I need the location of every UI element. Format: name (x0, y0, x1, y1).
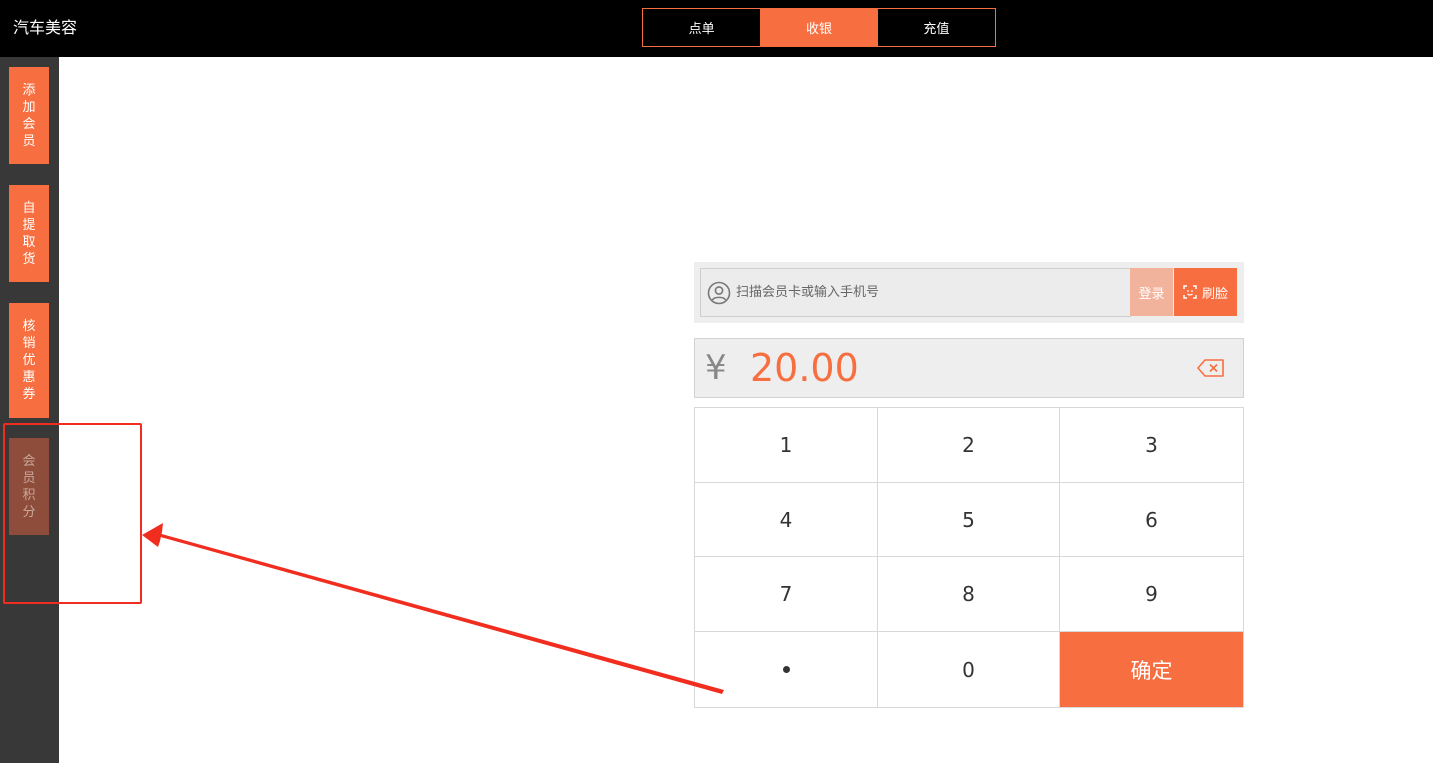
redeem-coupon-button[interactable]: 核 销 优 惠 券 (9, 303, 49, 418)
label-char: 核 (22, 319, 36, 334)
member-login-bar: 登录 刷脸 (694, 262, 1244, 323)
mode-tabs: 点单 收银 充值 (642, 8, 996, 47)
app-title: 汽车美容 (13, 18, 78, 37)
numeric-keypad: 1 2 3 4 5 6 7 8 9 0 确定 (694, 407, 1244, 708)
backspace-icon[interactable] (1197, 359, 1225, 377)
tab-recharge[interactable]: 充值 (878, 9, 995, 46)
key-decimal-point[interactable] (695, 632, 878, 707)
label-char: 加 (22, 99, 36, 115)
amount-display: ¥ 20.00 (694, 338, 1244, 398)
arrow-head (142, 523, 163, 547)
arrow-shaft (157, 533, 724, 694)
self-pickup-button[interactable]: 自 提 取 货 (9, 185, 49, 282)
member-search-input[interactable] (736, 269, 1126, 316)
label-char: 销 (22, 336, 36, 351)
face-pay-label: 刷脸 (1201, 286, 1228, 302)
key-0[interactable]: 0 (878, 632, 1060, 707)
label-char: 优 (22, 353, 36, 368)
label-char: 取 (22, 234, 36, 250)
decimal-dot-icon (782, 666, 790, 673)
key-5[interactable]: 5 (878, 483, 1060, 557)
tab-checkout[interactable]: 收银 (760, 9, 878, 46)
amount-value: 20.00 (750, 346, 859, 390)
user-icon (707, 281, 731, 305)
key-9[interactable]: 9 (1060, 557, 1243, 632)
member-input-wrapper (700, 268, 1131, 317)
key-2[interactable]: 2 (878, 408, 1060, 483)
key-8[interactable]: 8 (878, 557, 1060, 632)
label-char: 自 (22, 200, 36, 216)
key-3[interactable]: 3 (1060, 408, 1243, 483)
face-pay-button[interactable]: 刷脸 (1174, 268, 1237, 316)
top-bar: 汽车美容 点单 收银 充值 (0, 0, 1433, 57)
label-char: 会 (22, 116, 36, 132)
add-member-button[interactable]: 添 加 会 员 (9, 67, 49, 164)
label-char: 员 (22, 133, 36, 149)
key-7[interactable]: 7 (695, 557, 878, 632)
confirm-button[interactable]: 确定 (1060, 632, 1243, 707)
login-button[interactable]: 登录 (1130, 268, 1173, 316)
key-1[interactable]: 1 (695, 408, 878, 483)
label-char: 货 (22, 251, 36, 267)
face-scan-icon (1183, 285, 1197, 299)
label-char: 券 (22, 387, 36, 402)
sidebar: 添 加 会 员 自 提 取 货 核 销 优 惠 券 会 员 积 分 (0, 57, 59, 763)
key-4[interactable]: 4 (695, 483, 878, 557)
key-6[interactable]: 6 (1060, 483, 1243, 557)
label-char: 惠 (22, 370, 36, 385)
annotation-highlight-box (3, 423, 142, 604)
label-char: 提 (22, 217, 36, 233)
tab-order[interactable]: 点单 (643, 9, 760, 46)
currency-symbol: ¥ (705, 348, 727, 388)
label-char: 添 (22, 82, 36, 98)
